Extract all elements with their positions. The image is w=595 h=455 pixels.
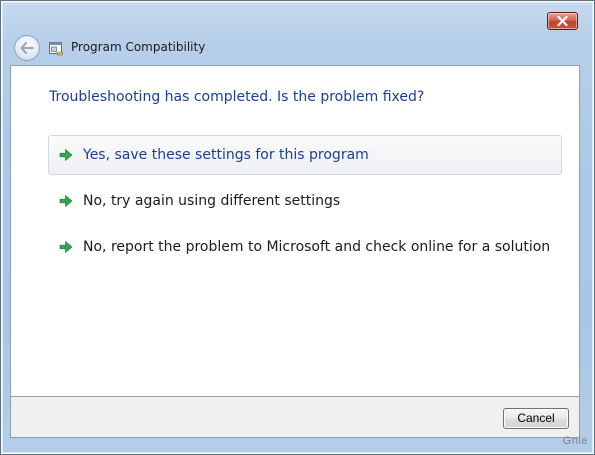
option-save-settings[interactable]: Yes, save these settings for this progra… (48, 135, 562, 175)
option-label: No, try again using different settings (83, 193, 341, 209)
back-button[interactable] (14, 35, 40, 61)
green-arrow-icon (59, 240, 73, 254)
back-arrow-icon (20, 42, 34, 54)
footer-bar: Cancel (10, 397, 580, 438)
dialog-window: Program Compatibility Troubleshooting ha… (0, 0, 595, 455)
option-try-again[interactable]: No, try again using different settings (48, 181, 562, 221)
program-compatibility-icon (49, 42, 63, 56)
close-button[interactable] (547, 12, 578, 30)
option-label: Yes, save these settings for this progra… (83, 147, 369, 163)
option-label: No, report the problem to Microsoft and … (83, 239, 551, 255)
watermark: Gnie (562, 435, 588, 447)
close-icon (557, 16, 568, 26)
window-title: Program Compatibility (71, 40, 206, 54)
cancel-button[interactable]: Cancel (503, 408, 569, 429)
green-arrow-icon (59, 148, 73, 162)
content-panel: Troubleshooting has completed. Is the pr… (10, 65, 580, 397)
option-report-problem[interactable]: No, report the problem to Microsoft and … (48, 227, 562, 267)
page-heading: Troubleshooting has completed. Is the pr… (49, 89, 425, 105)
green-arrow-icon (59, 194, 73, 208)
